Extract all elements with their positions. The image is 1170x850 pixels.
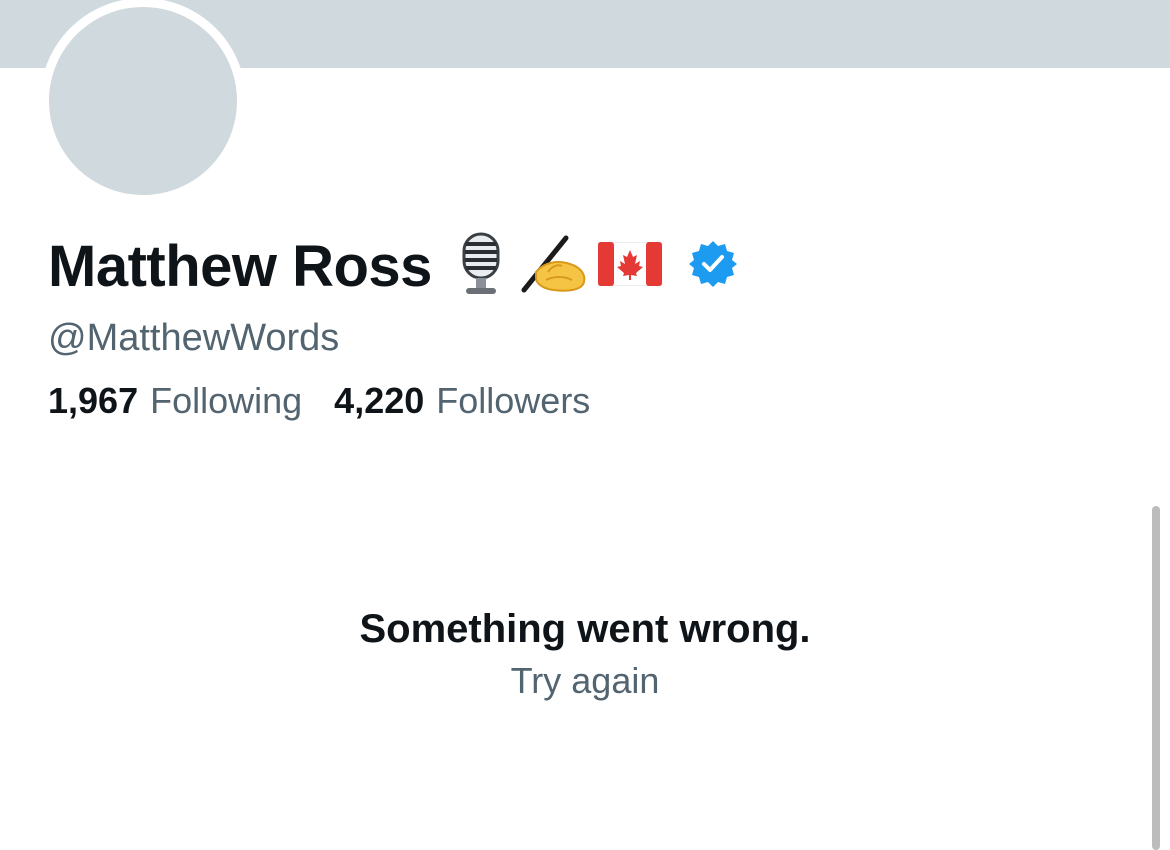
following-link[interactable]: 1,967 Following bbox=[48, 380, 302, 422]
followers-label: Followers bbox=[436, 380, 591, 421]
writing-hand-icon bbox=[518, 232, 588, 301]
profile-name-row: Matthew Ross bbox=[48, 226, 738, 306]
verified-badge-icon[interactable] bbox=[688, 239, 738, 294]
display-name: Matthew Ross bbox=[48, 233, 432, 299]
try-again-button[interactable]: Try again bbox=[0, 655, 1170, 707]
scrollbar[interactable] bbox=[1152, 506, 1160, 850]
studio-microphone-icon bbox=[454, 232, 508, 301]
following-count: 1,967 bbox=[48, 380, 139, 421]
following-label: Following bbox=[150, 380, 303, 421]
error-message: Something went wrong. Try again bbox=[0, 603, 1170, 707]
error-title: Something went wrong. bbox=[359, 607, 811, 651]
avatar[interactable] bbox=[49, 7, 237, 195]
profile-stats: 1,967 Following 4,220 Followers bbox=[48, 380, 590, 422]
followers-count: 4,220 bbox=[334, 380, 425, 421]
profile-handle: @MatthewWords bbox=[48, 317, 340, 359]
canada-flag-icon bbox=[597, 241, 663, 291]
followers-link[interactable]: 4,220 Followers bbox=[334, 380, 590, 422]
